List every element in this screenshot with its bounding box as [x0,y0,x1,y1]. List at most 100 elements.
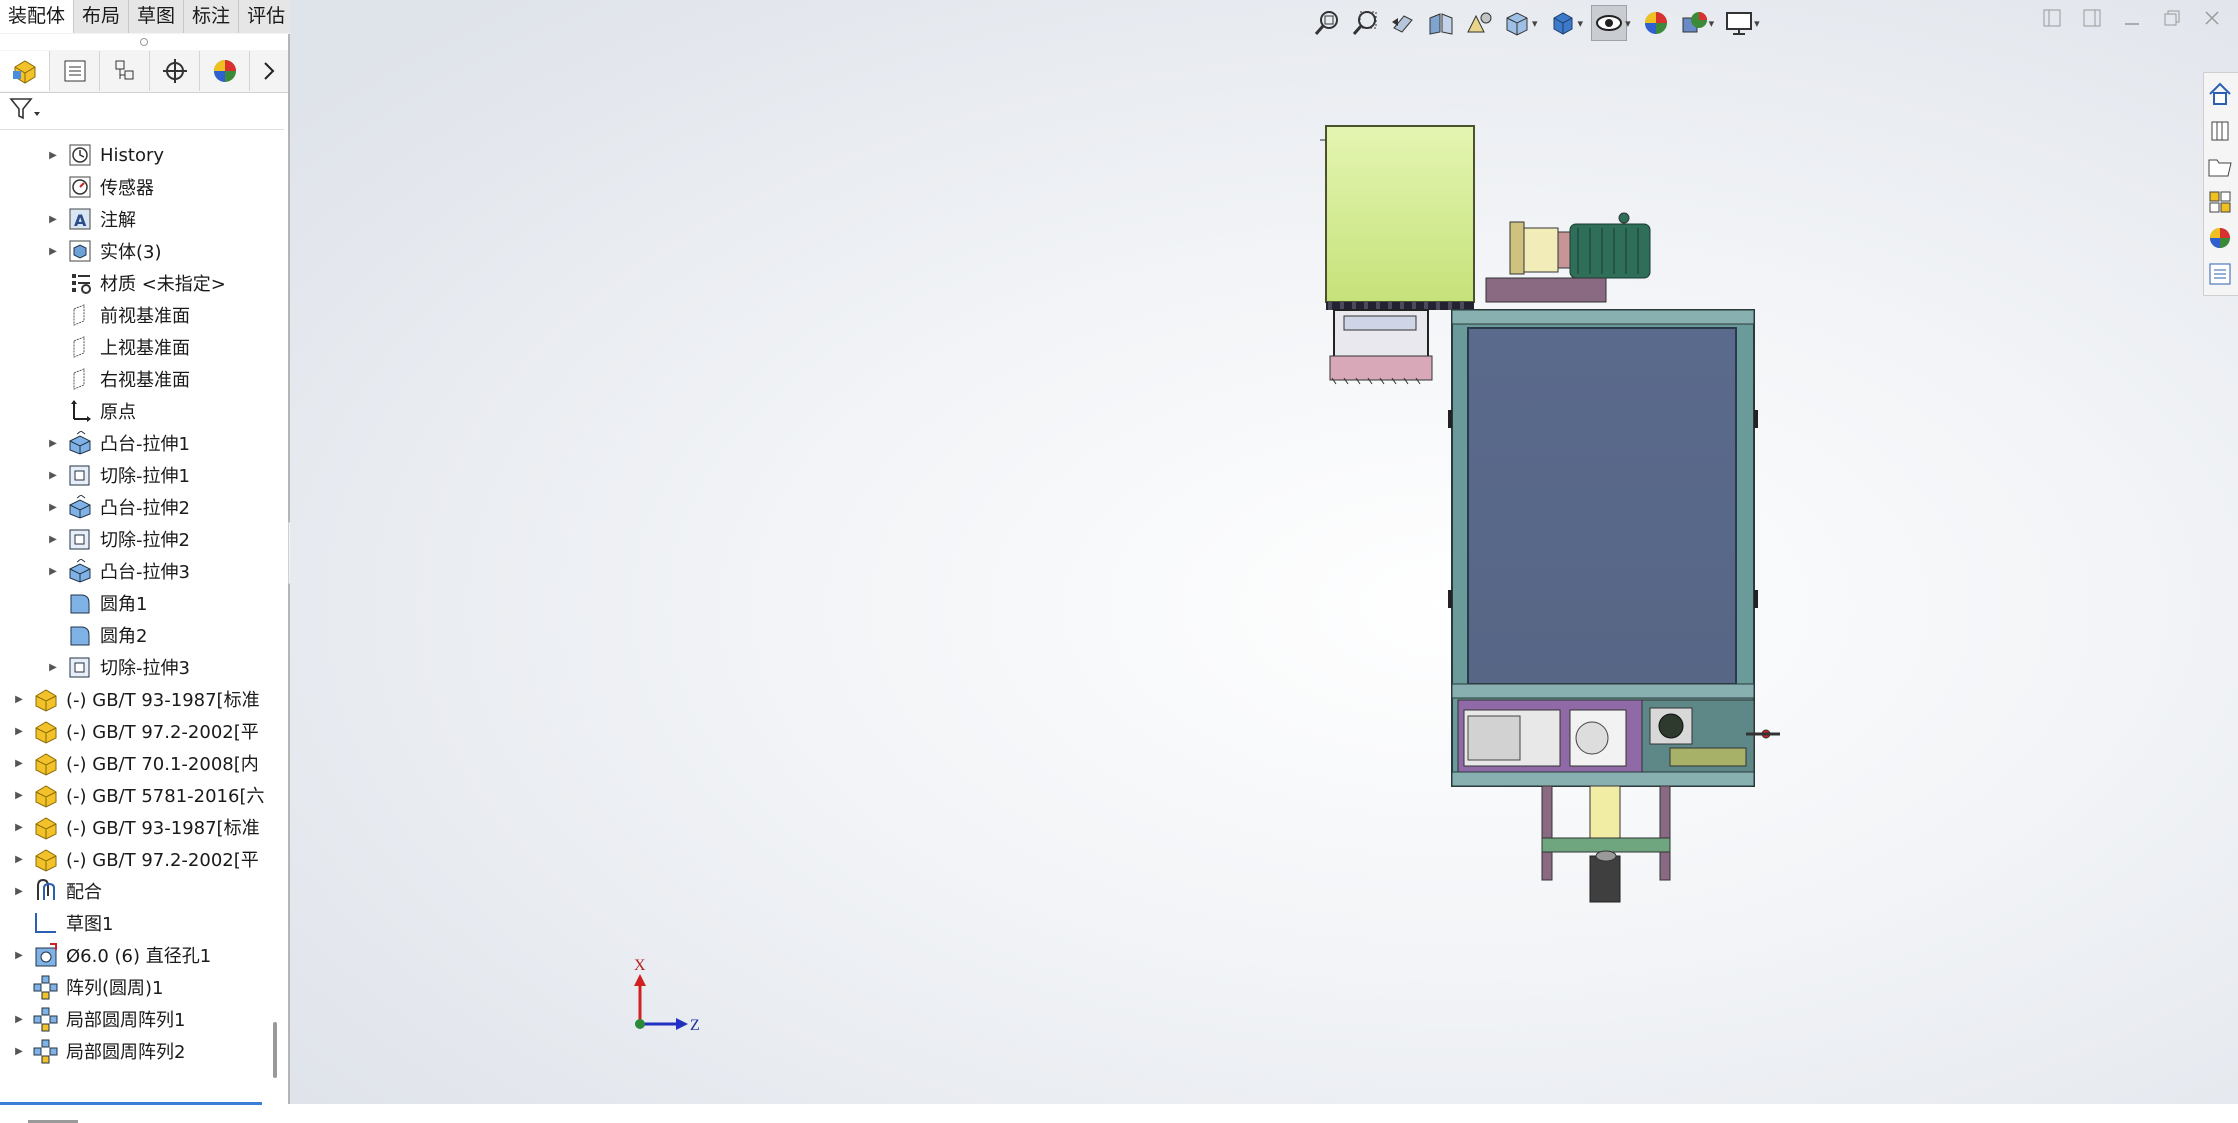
tree-node[interactable]: ▶ (-) GB/T 5781-2016[六 [12,780,264,810]
tree-node[interactable]: ▶ A 注解 [46,204,136,234]
tab-2[interactable]: 草图 [129,0,185,33]
tree-node[interactable]: ▶ History [46,140,164,170]
expand-arrow-icon[interactable]: ▶ [12,726,26,737]
tree-node[interactable]: 草图1 [12,908,113,938]
previous-view-icon[interactable] [1386,6,1420,40]
display-manager-tab[interactable] [200,51,251,91]
tree-node[interactable]: ▶ (-) GB/T 93-1987[标准 [12,812,260,842]
expand-arrow-icon[interactable]: ▶ [12,758,26,769]
tree-node[interactable]: 传感器 [46,172,154,202]
configuration-manager-tab[interactable] [100,51,151,91]
tree-node-label: 上视基准面 [100,338,190,359]
filter-icon[interactable] [8,96,42,127]
zoom-to-area-icon[interactable] [1348,6,1382,40]
assembly-model[interactable] [1320,120,1790,910]
section-view-icon[interactable] [1424,6,1458,40]
expand-arrow-icon[interactable]: ▶ [12,1046,26,1057]
tree-node[interactable]: ▶ 切除-拉伸3 [46,652,190,682]
tree-node[interactable]: ▶ 凸台-拉伸2 [46,492,190,522]
vertical-scrollbar[interactable] [273,1022,277,1078]
home-icon[interactable] [2204,77,2236,111]
tree-node[interactable]: ▶ 局部圆周阵列1 [12,1004,185,1034]
tree-node[interactable]: 原点 [46,396,136,426]
expand-arrow-icon[interactable]: ▶ [46,246,60,257]
edit-appearance-icon[interactable] [1639,6,1673,40]
tree-node[interactable]: 右视基准面 [46,364,190,394]
property-manager-tab[interactable] [50,51,101,91]
expand-arrow-icon[interactable]: ▶ [46,502,60,513]
close-icon[interactable] [2200,6,2224,30]
tree-node[interactable]: ▶ 凸台-拉伸3 [46,556,190,586]
tree-node[interactable]: ▶ (-) GB/T 93-1987[标准 [12,684,260,714]
restore-icon[interactable] [2160,6,2184,30]
expand-arrow-icon[interactable]: ▶ [46,438,60,449]
circular-pattern-icon [32,974,60,1000]
expand-arrow-icon[interactable]: ▶ [46,470,60,481]
expand-arrow-icon[interactable]: ▶ [12,886,26,897]
view-orientation-caret-icon[interactable]: ▾ [1532,17,1538,30]
document-window-controls [2040,6,2224,30]
panel-grip[interactable] [0,34,288,50]
annotation-icon: A [66,206,94,232]
tab-1[interactable]: 布局 [74,0,130,33]
tree-node[interactable]: ▶ Ø6.0 (6) 直径孔1 [12,940,211,970]
tree-node[interactable]: 阵列(圆周)1 [12,972,164,1002]
view-palette-icon[interactable] [2204,185,2236,219]
tree-node-label: 凸台-拉伸3 [100,562,190,583]
tree-node-label: History [100,144,165,166]
tree-node[interactable]: 前视基准面 [46,300,190,330]
file-explorer-icon[interactable] [2204,149,2236,183]
expand-arrow-icon[interactable]: ▶ [46,566,60,577]
tree-node-label: 实体(3) [100,242,162,263]
appearances-icon[interactable] [2204,221,2236,255]
tree-node[interactable]: 材质 <未指定> [46,268,226,298]
tree-node[interactable]: ▶ (-) GB/T 97.2-2002[平 [12,844,259,874]
expand-arrow-icon[interactable]: ▶ [46,214,60,225]
hide-show-items-icon[interactable] [1591,5,1628,41]
design-library-icon[interactable] [2204,113,2236,147]
expand-arrow-icon[interactable]: ▶ [12,790,26,801]
dynamic-annotation-icon[interactable] [1462,6,1496,40]
more-tabs-button[interactable] [250,51,288,91]
expand-arrow-icon[interactable]: ▶ [46,150,60,161]
tab-3[interactable]: 标注 [184,0,240,33]
apply-scene-caret-icon[interactable]: ▾ [1709,17,1715,30]
display-style-icon[interactable] [1546,6,1580,40]
feature-manager-tab[interactable] [0,51,51,91]
tree-node[interactable]: 圆角2 [46,620,147,650]
expand-arrow-icon[interactable]: ▶ [12,822,26,833]
custom-properties-icon[interactable] [2204,257,2236,291]
expand-arrow-icon[interactable]: ▶ [46,534,60,545]
tree-node[interactable]: ▶ 切除-拉伸1 [46,460,190,490]
view-settings-caret-icon[interactable]: ▾ [1754,17,1760,30]
expand-arrow-icon[interactable]: ▶ [12,854,26,865]
tree-node[interactable]: ▶ 切除-拉伸2 [46,524,190,554]
tree-node[interactable]: ▶ 局部圆周阵列2 [12,1036,185,1066]
tree-node[interactable]: 圆角1 [46,588,147,618]
dimxpert-manager-tab[interactable] [150,51,201,91]
tile-right-icon[interactable] [2080,6,2104,30]
display-style-caret-icon[interactable]: ▾ [1578,17,1584,30]
tree-node[interactable]: ▶ 凸台-拉伸1 [46,428,190,458]
expand-arrow-icon[interactable]: ▶ [12,1014,26,1025]
tree-node[interactable]: 上视基准面 [46,332,190,362]
tile-left-icon[interactable] [2040,6,2064,30]
apply-scene-icon[interactable] [1677,6,1711,40]
tree-node[interactable]: ▶ 实体(3) [46,236,162,266]
view-settings-icon[interactable] [1722,6,1756,40]
minimize-icon[interactable] [2120,6,2144,30]
expand-arrow-icon[interactable]: ▶ [46,662,60,673]
tree-node-label: 局部圆周阵列2 [66,1042,186,1063]
hide-show-caret-icon[interactable]: ▾ [1625,17,1631,30]
tab-4[interactable]: 评估 [239,0,295,33]
tree-node[interactable]: ▶ (-) GB/T 70.1-2008[内 [12,748,259,778]
graphics-area[interactable]: ▾ ▾ ▾ ▾ ▾ X Z [290,0,2238,1104]
tree-node[interactable]: ▶ (-) GB/T 97.2-2002[平 [12,716,259,746]
expand-arrow-icon[interactable]: ▶ [12,950,26,961]
view-orientation-icon[interactable] [1500,6,1534,40]
zoom-to-fit-icon[interactable] [1310,6,1344,40]
tab-0[interactable]: 装配体 [0,0,75,33]
tree-node[interactable]: ▶ 配合 [12,876,102,906]
expand-arrow-icon[interactable]: ▶ [12,694,26,705]
part-icon [32,718,60,744]
